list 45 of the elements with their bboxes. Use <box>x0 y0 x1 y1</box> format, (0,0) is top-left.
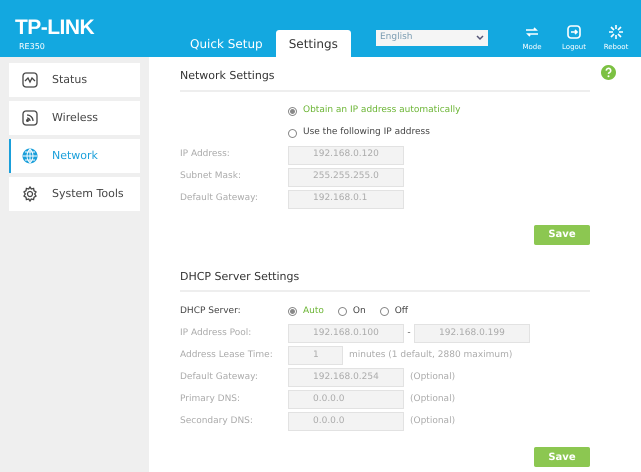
sidebar-item[interactable]: Status <box>9 63 140 97</box>
brand-logo: TP-LINK <box>15 17 96 39</box>
asterisk-icon <box>608 24 624 40</box>
chevron-down-icon <box>476 35 484 41</box>
field-label: Primary DNS: <box>180 392 242 406</box>
sidebar-item[interactable]: Wireless <box>9 101 140 135</box>
radio-button[interactable] <box>338 307 347 316</box>
radio-label: Use the following IP address <box>303 126 430 140</box>
nav-tab[interactable]: Settings <box>276 30 351 57</box>
field-label: Secondary DNS: <box>180 414 254 428</box>
section-title: Network Settings <box>180 68 590 92</box>
field-label: IP Address: <box>180 148 231 162</box>
field-hint: (Optional) <box>410 392 456 406</box>
language-select[interactable]: English <box>376 30 488 46</box>
radio-button[interactable] <box>380 307 389 316</box>
radio-button[interactable] <box>288 106 297 116</box>
radio-button[interactable] <box>288 307 297 316</box>
field-label: IP Address Pool: <box>180 326 252 340</box>
nav-tab[interactable]: Quick Setup <box>177 30 276 57</box>
radio-label: Obtain an IP address automatically <box>303 104 461 118</box>
field-hint: (Optional) <box>410 370 456 384</box>
pulse-icon <box>22 72 38 88</box>
gear-icon <box>22 186 38 202</box>
save-button[interactable]: Save <box>534 447 590 467</box>
radio-label: Off <box>394 304 408 318</box>
field-label: Subnet Mask: <box>180 170 242 184</box>
logout-icon <box>566 24 582 40</box>
field-label: Default Gateway: <box>180 370 259 384</box>
field-label: Address Lease Time: <box>180 348 274 362</box>
sidebar-item[interactable]: System Tools <box>9 177 140 211</box>
range-separator: - <box>406 326 412 340</box>
radio-button[interactable] <box>288 128 297 138</box>
radio-label: Auto <box>303 304 324 318</box>
sidebar-item[interactable]: Network <box>9 139 140 173</box>
model-name: RE350 <box>19 41 46 53</box>
field-hint: (Optional) <box>410 414 456 428</box>
globe-icon <box>22 148 38 164</box>
save-button[interactable]: Save <box>534 224 590 244</box>
radio-label: On <box>352 304 366 318</box>
field-label: Default Gateway: <box>180 192 259 206</box>
field-label: DHCP Server: <box>180 304 242 318</box>
signal-icon <box>22 110 38 126</box>
section-title: DHCP Server Settings <box>180 268 590 292</box>
field-hint: minutes (1 default, 2880 maximum) <box>349 348 512 362</box>
help-icon[interactable] <box>601 65 616 80</box>
